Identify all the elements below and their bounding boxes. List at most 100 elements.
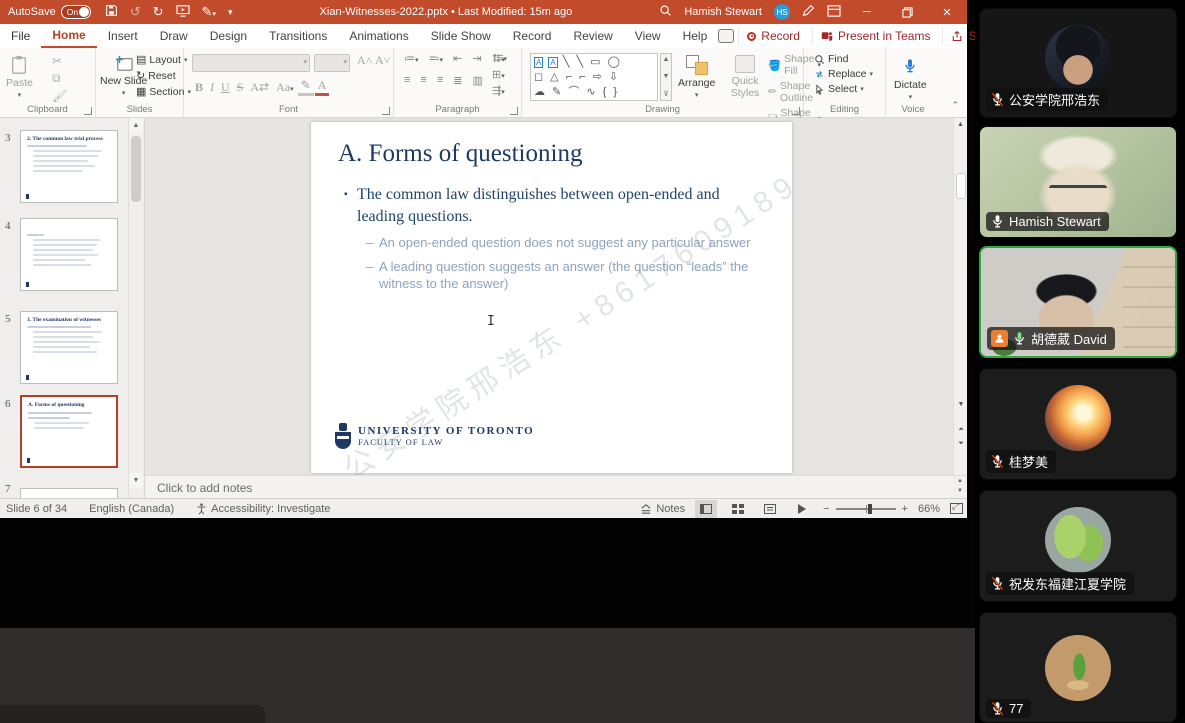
- tab-home[interactable]: Home: [41, 24, 96, 48]
- section-button[interactable]: ▦Section▾: [136, 85, 191, 98]
- save-icon[interactable]: [105, 4, 118, 20]
- thumbnail-slide-6-selected[interactable]: A. Forms of questioning: [20, 395, 118, 468]
- dictate-button[interactable]: Dictate▾: [894, 51, 927, 101]
- replace-button[interactable]: Replace▾: [814, 68, 873, 80]
- font-dialog-launcher[interactable]: [382, 107, 390, 115]
- tab-transitions[interactable]: Transitions: [258, 25, 338, 47]
- align-right-icon[interactable]: ≡: [435, 74, 445, 87]
- copy-icon[interactable]: ⧉: [52, 71, 67, 86]
- participant-tile[interactable]: 公安学院邢浩东: [979, 8, 1177, 118]
- participant-tile[interactable]: 77: [979, 612, 1177, 723]
- italic-button[interactable]: I: [207, 80, 217, 95]
- thumbnail-slide-7[interactable]: [20, 488, 118, 498]
- strikethrough-button[interactable]: S: [234, 80, 247, 95]
- scroll-up-icon[interactable]: ▲: [954, 118, 967, 132]
- paragraph-dialog-launcher[interactable]: [510, 107, 518, 115]
- numbering-icon[interactable]: ≕▾: [427, 52, 446, 65]
- increase-indent-icon[interactable]: ⇥: [470, 52, 483, 65]
- user-avatar[interactable]: HS: [774, 4, 790, 20]
- font-size-combo[interactable]: [314, 54, 350, 72]
- record-button[interactable]: Record: [738, 27, 808, 45]
- drawing-dialog-launcher[interactable]: [792, 107, 800, 115]
- tab-review[interactable]: Review: [562, 25, 623, 47]
- fit-slide-to-window-icon[interactable]: [950, 503, 963, 514]
- tab-view[interactable]: View: [624, 25, 672, 47]
- columns-icon[interactable]: ▥: [470, 74, 484, 87]
- slide-body[interactable]: The common law distinguishes between ope…: [344, 184, 764, 299]
- participant-tile[interactable]: 桂梦美: [979, 368, 1177, 480]
- search-icon[interactable]: [659, 4, 672, 20]
- ribbon-display-icon[interactable]: [827, 5, 841, 20]
- format-painter-small-icon[interactable]: 🖌: [52, 89, 67, 103]
- change-case-icon[interactable]: Aa▾: [273, 80, 297, 95]
- find-button[interactable]: Find: [814, 53, 873, 65]
- slide-sorter-view-button[interactable]: [727, 500, 749, 518]
- zoom-slider[interactable]: − +: [823, 503, 908, 515]
- present-in-teams-button[interactable]: Present in Teams: [812, 27, 939, 45]
- layout-button[interactable]: ▤Layout▾: [136, 53, 191, 66]
- paste-button[interactable]: Paste▾: [6, 51, 33, 99]
- cut-icon[interactable]: ✂: [52, 54, 67, 68]
- notes-placeholder[interactable]: Click to add notes: [157, 481, 252, 495]
- slide-canvas[interactable]: A. Forms of questioning The common law d…: [311, 122, 792, 473]
- tab-insert[interactable]: Insert: [97, 25, 149, 47]
- tab-file[interactable]: File: [0, 25, 41, 47]
- arrange-button[interactable]: Arrange▾: [678, 51, 715, 99]
- scroll-thumb[interactable]: [956, 173, 966, 199]
- participant-tile[interactable]: Hamish Stewart: [979, 126, 1177, 238]
- restore-button[interactable]: [893, 1, 921, 23]
- vertical-textbox-shape-icon[interactable]: A: [548, 57, 557, 68]
- shape-gallery[interactable]: A A ╲ ╲ ▭ ◯◻ △ ⌐ ⌐ ⇨ ⇩☁ ✎ ⌒ ∿ { }: [530, 53, 658, 101]
- accessibility-button[interactable]: Accessibility: Investigate: [196, 503, 330, 515]
- shrink-font-icon[interactable]: A˅: [372, 53, 393, 68]
- decrease-indent-icon[interactable]: ⇤: [451, 52, 464, 65]
- underline-button[interactable]: U: [218, 80, 233, 95]
- smartart-icon[interactable]: ⇶▾: [490, 84, 507, 97]
- participant-tile-active-speaker[interactable]: 胡德葳 David: [979, 246, 1177, 358]
- collapse-ribbon-icon[interactable]: ⌃: [951, 100, 959, 111]
- close-button[interactable]: ✕: [933, 1, 961, 23]
- user-name[interactable]: Hamish Stewart: [684, 6, 762, 18]
- clipboard-dialog-launcher[interactable]: [84, 107, 92, 115]
- highlight-color-icon[interactable]: ✎: [298, 78, 314, 96]
- select-button[interactable]: Select▾: [814, 83, 873, 95]
- tab-help[interactable]: Help: [672, 25, 719, 47]
- bullets-icon[interactable]: ≔▾: [402, 52, 421, 65]
- slide-editor[interactable]: 公安学院邢浩东 +8617609189 A. Forms of question…: [145, 118, 967, 475]
- next-slide-icon[interactable]: ⏷: [954, 440, 967, 448]
- text-direction-icon[interactable]: ⇅▾: [490, 52, 507, 65]
- comments-icon[interactable]: [718, 29, 734, 43]
- tab-design[interactable]: Design: [199, 25, 258, 47]
- notes-pane[interactable]: Click to add notes ▲▼: [145, 475, 967, 498]
- tab-animations[interactable]: Animations: [338, 25, 419, 47]
- previous-slide-icon[interactable]: ⏶: [954, 426, 967, 434]
- pen-icon[interactable]: [802, 4, 815, 20]
- autosave-toggle[interactable]: AutoSave On: [8, 5, 91, 19]
- editor-scrollbar[interactable]: ▲ ▼ ⏶ ⏷: [953, 118, 967, 475]
- start-slideshow-icon[interactable]: [176, 5, 190, 20]
- char-spacing-icon[interactable]: A⇄: [247, 80, 272, 95]
- zoom-out-icon[interactable]: −: [823, 503, 829, 515]
- align-left-icon[interactable]: ≡: [402, 74, 412, 87]
- redo-icon[interactable]: ↻: [153, 4, 164, 20]
- format-painter-icon[interactable]: ✎▾: [202, 4, 216, 20]
- scroll-up-icon[interactable]: ▲: [129, 118, 143, 133]
- zoom-slider-thumb[interactable]: [868, 504, 872, 514]
- bold-button[interactable]: B: [192, 80, 206, 95]
- reading-view-button[interactable]: [759, 500, 781, 518]
- shape-gallery-arrows[interactable]: ▲▼⊽: [660, 53, 672, 101]
- scroll-down-icon[interactable]: ▼: [954, 401, 967, 408]
- scroll-down-icon[interactable]: ▼: [129, 473, 143, 488]
- slideshow-view-button[interactable]: [791, 500, 813, 518]
- thumbnail-slide-4[interactable]: [20, 218, 118, 291]
- align-center-icon[interactable]: ≡: [418, 74, 428, 87]
- slide-title[interactable]: A. Forms of questioning: [338, 140, 582, 168]
- font-color-icon[interactable]: A: [315, 78, 330, 96]
- thumbnail-slide-3[interactable]: 2. The common law trial process: [20, 130, 118, 203]
- reset-button[interactable]: ↻Reset: [136, 69, 191, 82]
- zoom-level[interactable]: 66%: [918, 503, 940, 515]
- thumbnail-slide-5[interactable]: 3. The examination of witnesses: [20, 311, 118, 384]
- participant-tile[interactable]: 祝发东福建江夏学院: [979, 490, 1177, 602]
- autosave-pill[interactable]: On: [61, 5, 91, 19]
- zoom-in-icon[interactable]: +: [902, 503, 908, 515]
